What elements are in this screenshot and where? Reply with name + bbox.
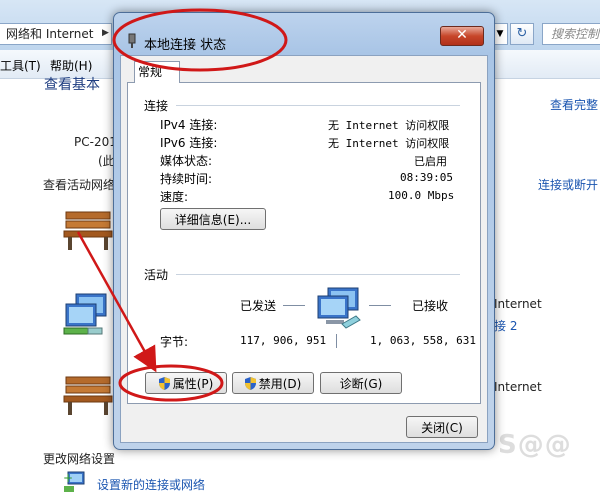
tab-general[interactable]: 常规	[134, 61, 180, 83]
access-type-2: Internet	[494, 380, 542, 394]
activity-section-label: 活动	[144, 268, 169, 282]
connection-section-label: 连接	[144, 99, 169, 113]
disable-button[interactable]: 禁用(D)	[232, 372, 314, 394]
media-state-value: 已启用	[414, 155, 447, 168]
network-adapter-icon	[128, 33, 136, 48]
received-label: 已接收	[412, 299, 449, 313]
search-input[interactable]: 搜索控制	[542, 23, 600, 45]
address-bar[interactable]: 网络和 Internet	[0, 23, 112, 45]
svg-text:+: +	[63, 471, 73, 485]
computer-name: PC-201	[74, 135, 117, 149]
sent-label: 已发送	[240, 299, 277, 313]
ipv4-label: IPv4 连接:	[160, 118, 218, 132]
close-button-label: 关闭(C)	[421, 420, 463, 435]
bytes-sent-value: 117, 906, 951	[240, 334, 327, 347]
access-type-1: Internet	[494, 297, 542, 311]
speed-value: 100.0 Mbps	[388, 189, 455, 202]
refresh-icon[interactable]: ↻	[510, 23, 534, 45]
section-divider	[176, 274, 460, 275]
connect-disconnect-link[interactable]: 连接或断开	[538, 176, 598, 193]
close-button[interactable]: 关闭(C)	[406, 416, 478, 438]
watermark: S@@	[498, 430, 572, 460]
search-placeholder: 搜索控制	[551, 27, 600, 41]
network-computers-icon	[317, 287, 361, 329]
details-button[interactable]: 详细信息(E)...	[160, 208, 266, 230]
bench-icon	[63, 211, 113, 250]
bytes-label: 字节:	[160, 335, 189, 349]
diagnose-button[interactable]: 诊断(G)	[320, 372, 402, 394]
close-icon[interactable]: ✕	[440, 26, 484, 46]
ipv4-value: 无 Internet 访问权限	[328, 119, 450, 132]
media-state-label: 媒体状态:	[160, 154, 213, 168]
bytes-received-value: 1, 063, 558, 631	[370, 334, 476, 347]
properties-button[interactable]: 属性(P)	[145, 372, 227, 394]
menu-help[interactable]: 帮助(H)	[50, 57, 92, 74]
address-arrow-icon[interactable]: ▶	[102, 28, 109, 38]
setup-new-connection-link[interactable]: 设置新的连接或网络	[97, 476, 205, 493]
properties-button-label: 属性(P)	[172, 376, 214, 391]
duration-value: 08:39:05	[400, 171, 453, 184]
bench-icon	[63, 376, 113, 415]
view-full-map-link[interactable]: 查看完整	[550, 96, 598, 113]
speed-label: 速度:	[160, 190, 189, 204]
active-networks-label: 查看活动网络	[43, 178, 116, 192]
dialog-title: 本地连接 状态	[144, 38, 227, 53]
add-network-icon: +	[63, 471, 85, 492]
shield-icon	[244, 376, 256, 390]
network-computers-icon	[63, 293, 107, 335]
diagnose-button-label: 诊断(G)	[339, 376, 383, 391]
ipv6-value: 无 Internet 访问权限	[328, 137, 450, 150]
address-text: 网络和 Internet	[6, 27, 94, 41]
details-button-label: 详细信息(E)...	[174, 212, 252, 227]
activity-divider	[336, 334, 337, 348]
duration-label: 持续时间:	[160, 172, 213, 186]
ipv6-label: IPv6 连接:	[160, 136, 218, 150]
section-divider	[176, 105, 460, 106]
sent-line	[283, 305, 305, 306]
disable-button-label: 禁用(D)	[258, 376, 302, 391]
menu-tools[interactable]: 工具(T)	[0, 57, 41, 74]
page-heading: 查看基本	[44, 77, 100, 93]
change-settings-heading: 更改网络设置	[43, 452, 116, 466]
connection-link-1[interactable]: 接 2	[494, 317, 517, 334]
shield-icon	[158, 376, 170, 390]
received-line	[369, 305, 391, 306]
